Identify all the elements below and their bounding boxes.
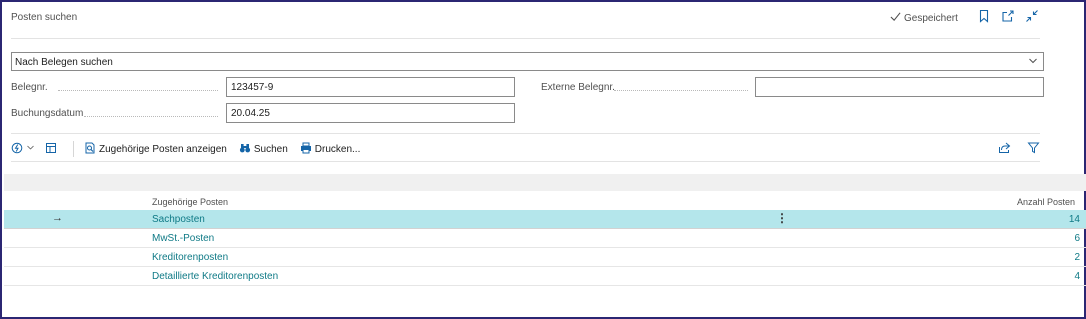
document-search-icon	[84, 142, 96, 157]
label-leader	[84, 116, 218, 117]
arrow-right-icon: →	[52, 212, 63, 224]
share-icon[interactable]	[998, 141, 1011, 157]
search-label: Suchen	[253, 143, 288, 155]
posting-date-label: Buchungsdatum	[11, 108, 84, 119]
show-related-entries-label: Zugehörige Posten anzeigen	[99, 143, 227, 155]
printer-icon	[300, 142, 312, 157]
label-leader	[614, 90, 748, 91]
table-row[interactable]: MwSt.-Posten 6	[4, 229, 1086, 248]
checkmark-icon	[890, 11, 901, 25]
entry-count-link[interactable]: 2	[1074, 252, 1080, 263]
related-entry-link[interactable]: Detaillierte Kreditorenposten	[152, 271, 278, 282]
entry-count-link[interactable]: 4	[1074, 271, 1080, 282]
header-divider	[11, 38, 1040, 39]
posting-date-input[interactable]: 20.04.25	[226, 103, 515, 123]
binoculars-icon	[239, 142, 251, 157]
toolbar-right-group	[998, 139, 1040, 159]
layout-icon	[45, 142, 57, 157]
page-title: Posten suchen	[11, 12, 78, 23]
page-frame: Posten suchen Gespeichert Nach Belegen s…	[0, 0, 1086, 319]
related-entry-link[interactable]: Kreditorenposten	[152, 252, 228, 263]
table-row[interactable]: Kreditorenposten 2	[4, 248, 1086, 267]
search-mode-value: Nach Belegen suchen	[15, 57, 113, 68]
filter-icon[interactable]	[1027, 141, 1040, 157]
table-row[interactable]: → Sachposten ⋮ 14	[4, 210, 1086, 229]
chevron-down-icon	[26, 143, 35, 155]
actions-icon	[11, 142, 23, 157]
external-doc-no-label: Externe Belegnr.	[541, 82, 615, 93]
saved-label: Gespeichert	[904, 12, 958, 24]
table-row[interactable]: Detaillierte Kreditorenposten 4	[4, 267, 1086, 286]
entry-count-link[interactable]: 14	[1069, 214, 1080, 225]
toolbar-bottom-divider	[11, 161, 1040, 162]
column-header-related-entries[interactable]: Zugehörige Posten	[152, 197, 228, 207]
collapse-icon[interactable]	[1025, 9, 1039, 23]
doc-no-label: Belegnr.	[11, 82, 48, 93]
action-toolbar: Zugehörige Posten anzeigen Suchen Drucke…	[11, 139, 1040, 159]
related-entry-link[interactable]: Sachposten	[152, 214, 205, 225]
saved-status: Gespeichert	[890, 11, 958, 25]
actions-menu-button[interactable]	[11, 139, 35, 159]
external-doc-no-input[interactable]	[755, 77, 1044, 97]
grid-top-band	[4, 174, 1086, 191]
bookmark-icon[interactable]	[977, 9, 991, 23]
chevron-down-icon	[1028, 56, 1038, 66]
doc-no-input[interactable]: 123457-9	[226, 77, 515, 97]
more-options-icon[interactable]: ⋮	[776, 211, 788, 225]
related-entry-link[interactable]: MwSt.-Posten	[152, 233, 214, 244]
toolbar-top-divider	[11, 133, 1040, 134]
layout-button[interactable]	[45, 139, 57, 159]
print-label: Drucken...	[314, 143, 361, 155]
open-new-window-icon[interactable]	[1001, 9, 1015, 23]
show-related-entries-button[interactable]: Zugehörige Posten anzeigen	[84, 139, 227, 159]
search-mode-select[interactable]: Nach Belegen suchen	[11, 52, 1044, 71]
column-header-entry-count[interactable]: Anzahl Posten	[1017, 197, 1075, 207]
label-leader	[58, 90, 218, 91]
entry-count-link[interactable]: 6	[1074, 233, 1080, 244]
toolbar-separator	[73, 141, 74, 157]
search-button[interactable]: Suchen	[239, 139, 288, 159]
print-button[interactable]: Drucken...	[300, 139, 361, 159]
